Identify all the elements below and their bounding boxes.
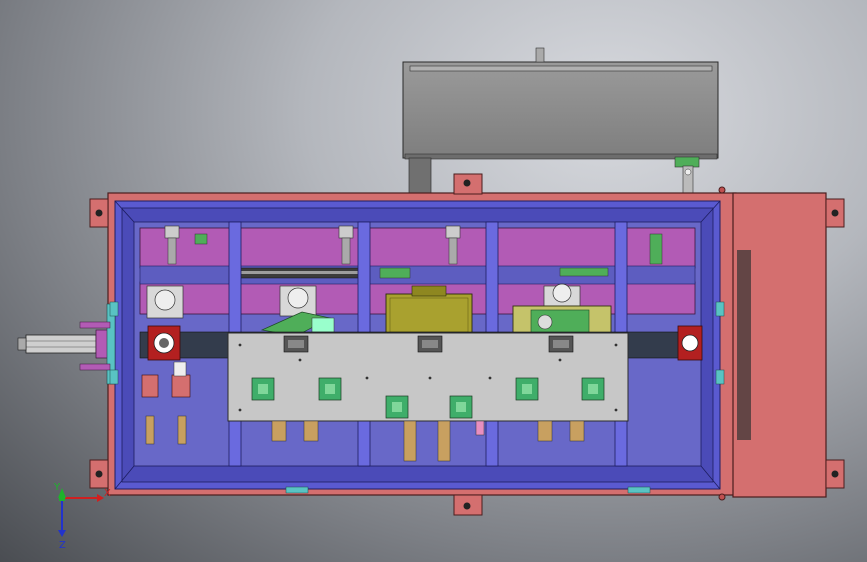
cad-viewport[interactable]: X Y Z [0,0,867,562]
left-coupling [147,325,181,361]
z-axis-label: Z [59,540,66,551]
left-cylinder [17,303,116,385]
right-coupling [677,325,703,361]
yellow-block [512,305,612,337]
assembly-drawing: X Y Z [17,47,845,551]
main-plate [227,332,629,422]
coordinate-triad: X Y Z [53,482,111,551]
top-motor [402,47,719,207]
y-axis-label: Y [53,482,61,493]
x-axis-label: X [104,488,111,499]
